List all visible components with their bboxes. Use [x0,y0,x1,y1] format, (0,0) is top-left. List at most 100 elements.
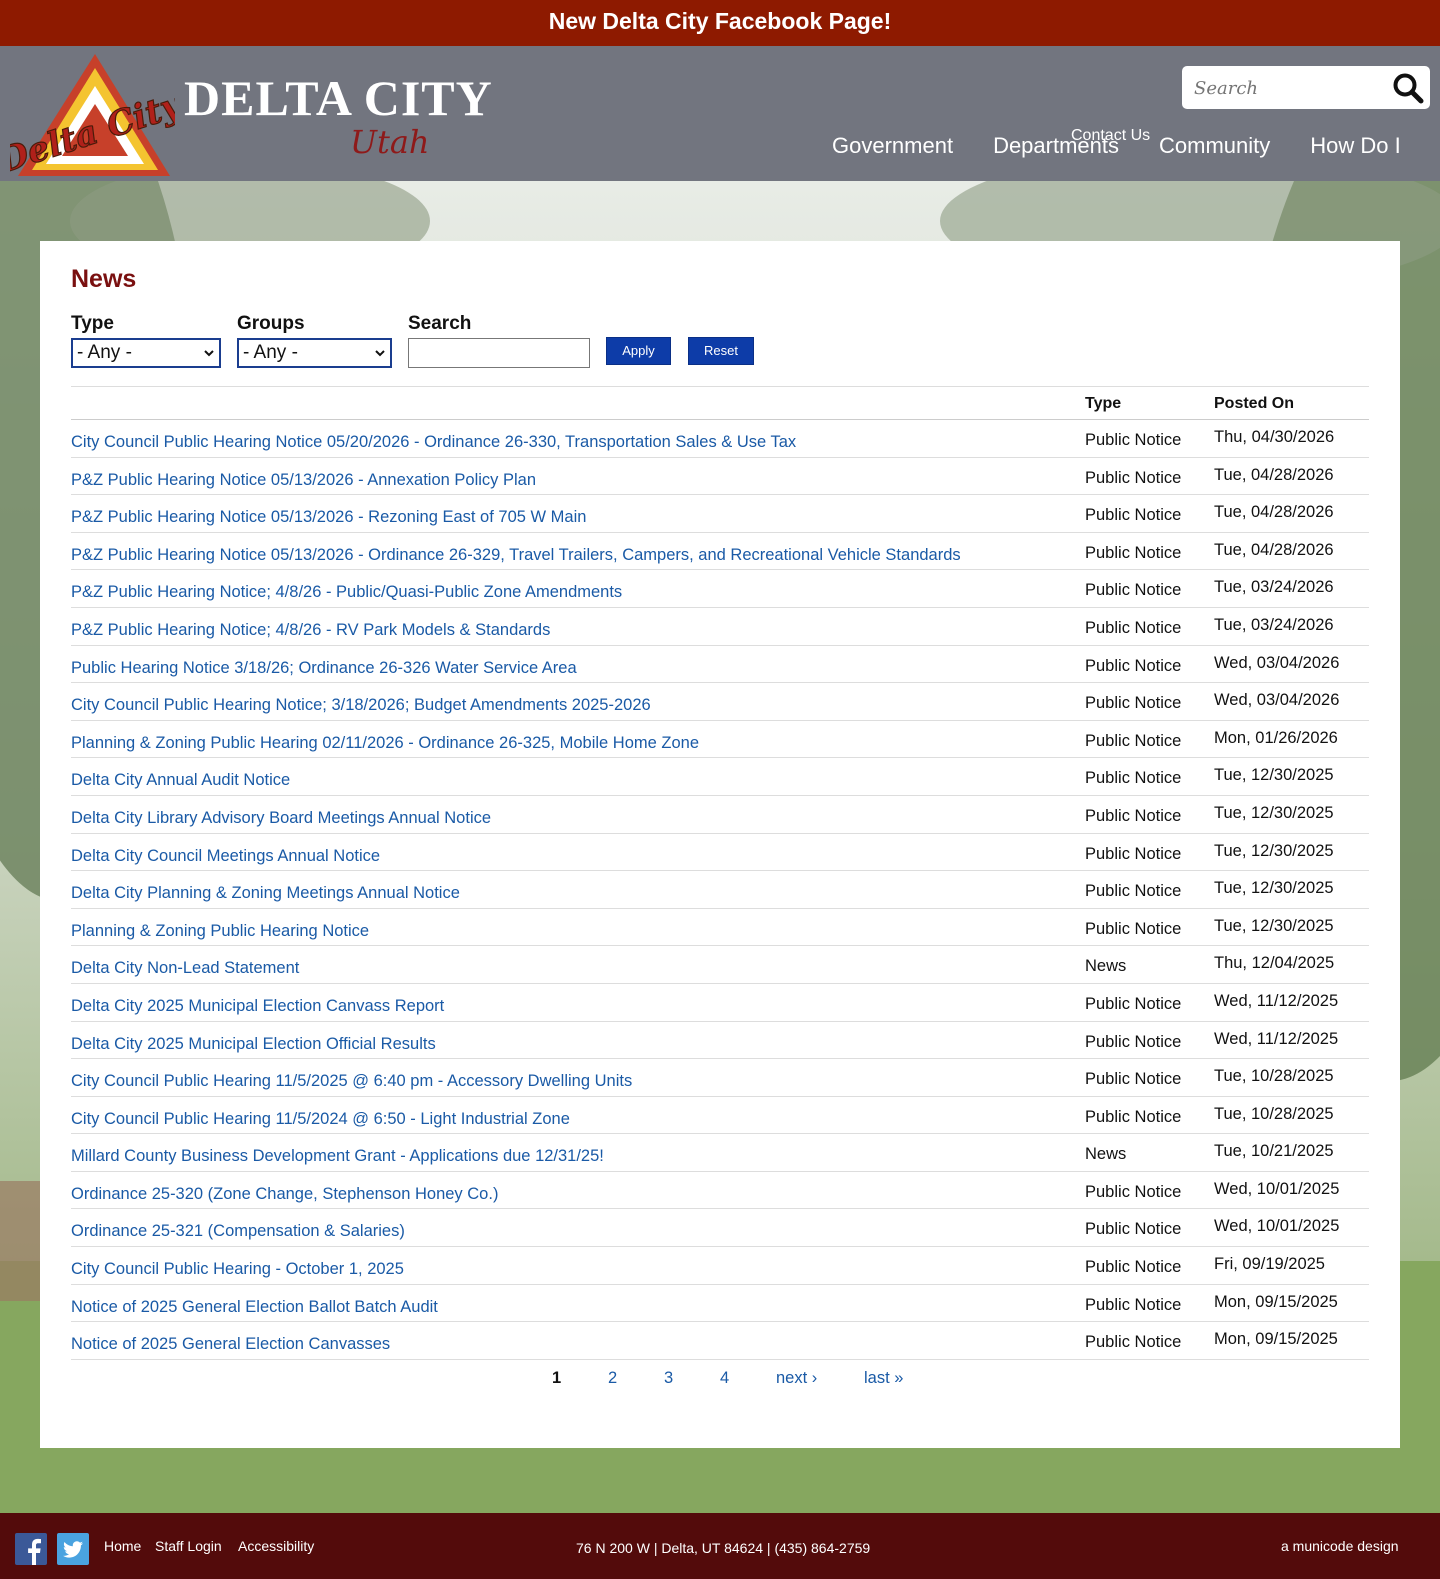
groups-filter-value: - Any - [243,342,298,363]
pager-last[interactable]: last » [864,1367,903,1389]
footer-accessibility-link[interactable]: Accessibility [238,1537,314,1555]
news-title-link[interactable]: Notice of 2025 General Election Canvasse… [71,1334,390,1354]
news-title-link[interactable]: Delta City 2025 Municipal Election Canva… [71,996,444,1016]
news-type: Public Notice [1085,1070,1182,1089]
pager-page-4[interactable]: 4 [720,1367,729,1389]
main-nav: Government Departments Community How Do … [812,132,1421,160]
municode-credit-link[interactable]: a municode design [1281,1537,1399,1555]
site-header: Delta City DELTA CITY Utah Contact Us Go… [0,46,1440,182]
news-title-link[interactable]: Ordinance 25-320 (Zone Change, Stephenso… [71,1184,498,1204]
table-row: Delta City Council Meetings Annual Notic… [71,834,1369,872]
table-row: Delta City Non-Lead Statement News Thu, 12… [71,946,1369,984]
site-name[interactable]: DELTA CITY [184,70,493,126]
table-row: Delta City Library Advisory Board Meetin… [71,796,1369,834]
news-type: Public Notice [1085,1107,1182,1126]
table-header: Type Posted On [71,386,1369,420]
table-row: Planning & Zoning Public Hearing 02/11/2… [71,721,1369,759]
chevron-down-icon [375,350,385,357]
news-title-link[interactable]: Delta City Library Advisory Board Meetin… [71,808,491,828]
news-title-link[interactable]: P&Z Public Hearing Notice 05/13/2026 - O… [71,545,961,565]
search-filter-label: Search [408,313,472,334]
news-type: News [1085,957,1127,976]
facebook-icon[interactable] [15,1533,47,1565]
chevron-down-icon [204,350,214,357]
pager-next[interactable]: next › [776,1367,817,1389]
pager-page-3[interactable]: 3 [664,1367,673,1389]
groups-filter-label: Groups [237,313,305,334]
news-title-link[interactable]: Public Hearing Notice 3/18/26; Ordinance… [71,658,577,678]
news-posted-date: Wed, 03/04/2026 [1214,653,1340,672]
news-title-link[interactable]: P&Z Public Hearing Notice 05/13/2026 - R… [71,507,586,527]
site-footer: Home Staff Login Accessibility 76 N 200 … [0,1513,1440,1579]
column-header-posted-on[interactable]: Posted On [1214,395,1294,413]
news-type: Public Notice [1085,1220,1182,1239]
news-type: Public Notice [1085,1333,1182,1352]
table-row: City Council Public Hearing 11/5/2025 @ … [71,1059,1369,1097]
news-posted-date: Wed, 11/12/2025 [1214,991,1339,1010]
news-type: Public Notice [1085,731,1182,750]
news-title-link[interactable]: City Council Public Hearing Notice 05/20… [71,432,796,452]
news-posted-date: Wed, 10/01/2025 [1214,1217,1340,1236]
table-row: P&Z Public Hearing Notice; 4/8/26 - Publ… [71,570,1369,608]
news-posted-date: Tue, 03/24/2026 [1214,615,1334,634]
nav-government[interactable]: Government [812,132,973,160]
news-title-link[interactable]: Delta City Planning & Zoning Meetings An… [71,883,460,903]
news-title-link[interactable]: Delta City Annual Audit Notice [71,770,290,790]
news-title-link[interactable]: Notice of 2025 General Election Ballot B… [71,1297,438,1317]
news-type: Public Notice [1085,882,1182,901]
news-type: Public Notice [1085,1032,1182,1051]
pagination: 1 2 3 4 next › last » [40,1367,1400,1391]
news-title-link[interactable]: City Council Public Hearing 11/5/2024 @ … [71,1109,570,1129]
news-type: Public Notice [1085,806,1182,825]
news-title-link[interactable]: City Council Public Hearing - October 1,… [71,1259,404,1279]
news-type: Public Notice [1085,506,1182,525]
search-icon[interactable] [1392,72,1424,104]
news-title-link[interactable]: P&Z Public Hearing Notice; 4/8/26 - RV P… [71,620,550,640]
news-title-link[interactable]: Planning & Zoning Public Hearing 02/11/2… [71,733,699,753]
news-type: Public Notice [1085,656,1182,675]
news-title-link[interactable]: Delta City Non-Lead Statement [71,958,299,978]
nav-how-do-i[interactable]: How Do I [1290,132,1420,160]
apply-button[interactable]: Apply [606,337,671,365]
news-posted-date: Tue, 04/28/2026 [1214,465,1334,484]
news-posted-date: Thu, 04/30/2026 [1214,428,1335,446]
pager-page-2[interactable]: 2 [608,1367,617,1389]
news-search-input[interactable] [408,338,590,368]
news-title-link[interactable]: Planning & Zoning Public Hearing Notice [71,921,369,941]
table-row: Delta City Planning & Zoning Meetings An… [71,871,1369,909]
delta-city-logo[interactable]: Delta City [0,52,189,182]
reset-button[interactable]: Reset [688,337,754,365]
news-posted-date: Fri, 09/19/2025 [1214,1255,1325,1274]
site-search [1182,66,1430,109]
groups-filter-select[interactable]: - Any - [237,338,392,368]
footer-address: 76 N 200 W | Delta, UT 84624 | (435) 864… [576,1540,871,1556]
news-title-link[interactable]: City Council Public Hearing 11/5/2025 @ … [71,1071,632,1091]
twitter-icon[interactable] [57,1533,89,1565]
news-type: Public Notice [1085,694,1182,713]
footer-home-link[interactable]: Home [104,1537,141,1555]
site-search-input[interactable] [1194,74,1384,102]
table-row: Ordinance 25-320 (Zone Change, Stephenso… [71,1172,1369,1210]
news-title-link[interactable]: City Council Public Hearing Notice; 3/18… [71,695,651,715]
nav-departments[interactable]: Departments [973,132,1139,160]
news-title-link[interactable]: Delta City 2025 Municipal Election Offic… [71,1034,436,1054]
news-type: Public Notice [1085,543,1182,562]
news-type: Public Notice [1085,769,1182,788]
nav-community[interactable]: Community [1139,132,1290,160]
table-row: Delta City 2025 Municipal Election Canva… [71,984,1369,1022]
news-title-link[interactable]: P&Z Public Hearing Notice; 4/8/26 - Publ… [71,582,622,602]
news-title-link[interactable]: Delta City Council Meetings Annual Notic… [71,846,380,866]
news-type: Public Notice [1085,1258,1182,1277]
news-posted-date: Mon, 09/15/2025 [1214,1330,1338,1349]
footer-staff-login-link[interactable]: Staff Login [155,1537,222,1555]
news-table: Type Posted On City Council Public Heari… [71,386,1369,1360]
news-type: Public Notice [1085,1295,1182,1314]
news-posted-date: Tue, 12/30/2025 [1214,879,1334,898]
type-filter-select[interactable]: - Any - [71,338,221,368]
news-title-link[interactable]: Ordinance 25-321 (Compensation & Salarie… [71,1221,405,1241]
top-banner[interactable]: New Delta City Facebook Page! [0,0,1440,46]
news-title-link[interactable]: Millard County Business Development Gran… [71,1146,604,1166]
column-header-type[interactable]: Type [1085,395,1121,413]
table-row: P&Z Public Hearing Notice; 4/8/26 - RV P… [71,608,1369,646]
news-title-link[interactable]: P&Z Public Hearing Notice 05/13/2026 - A… [71,470,536,490]
